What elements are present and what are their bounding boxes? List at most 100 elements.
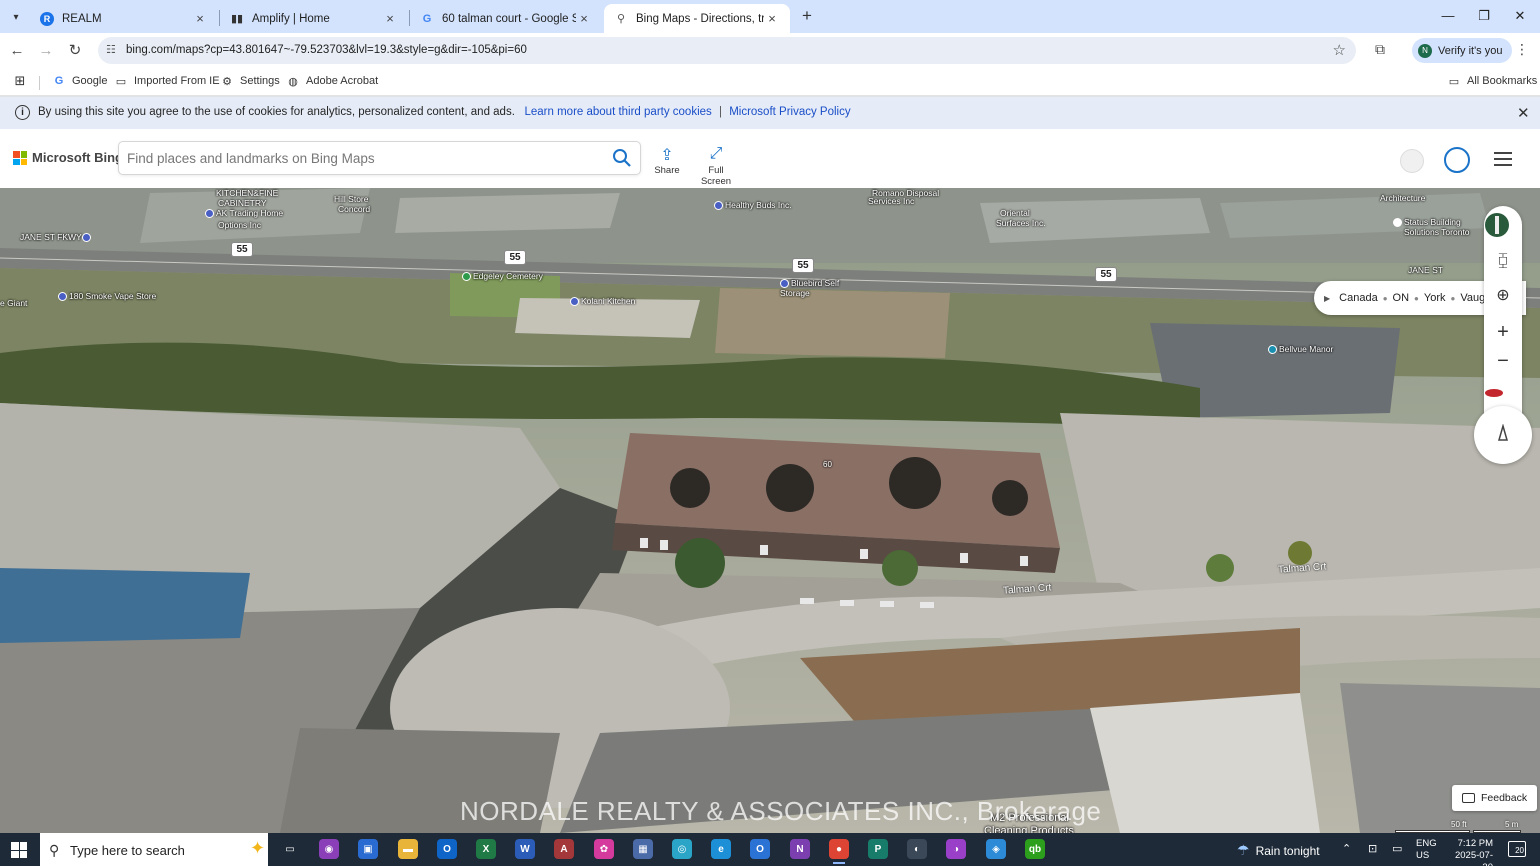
search-icon[interactable] — [612, 148, 632, 168]
breadcrumb-region[interactable]: York — [1424, 292, 1446, 304]
battery-icon[interactable]: ▭ — [1392, 842, 1402, 855]
poi-ak-trading[interactable]: AK Trading Home — [205, 208, 283, 219]
outlook-new-icon[interactable]: O — [750, 839, 770, 859]
poi-healthy-buds[interactable]: Healthy Buds Inc. — [714, 200, 792, 211]
poi-label[interactable]: JANE ST — [1408, 265, 1443, 275]
zoom-in-icon[interactable]: + — [1484, 317, 1522, 347]
tab-amplify[interactable]: ▮▮ Amplify | Home × — [220, 4, 408, 33]
bookmark-imported-from-ie[interactable]: ▭ Imported From IE — [114, 74, 220, 88]
compass-icon[interactable] — [1474, 406, 1532, 464]
privacy-policy-link[interactable]: Microsoft Privacy Policy — [729, 106, 850, 118]
bookmark-adobe-acrobat[interactable]: ◍ Adobe Acrobat — [286, 74, 378, 88]
back-arrow-icon[interactable]: ← — [6, 40, 28, 62]
tab-close-icon[interactable]: × — [764, 11, 780, 26]
tab-close-icon[interactable]: × — [576, 11, 592, 26]
network-icon[interactable]: ⊡ — [1368, 842, 1377, 855]
share-button[interactable]: ⇪ Share — [643, 145, 691, 176]
profile-verify-button[interactable]: N Verify it's you — [1412, 38, 1513, 63]
app-purple-icon[interactable]: ◉ — [319, 839, 339, 859]
address-bar[interactable]: ☷ bing.com/maps?cp=43.801647~-79.523703&… — [98, 37, 1356, 64]
poi-label[interactable]: Solutions Toronto — [1404, 227, 1470, 237]
access-icon[interactable]: A — [554, 839, 574, 859]
poi-kolani-kitchen[interactable]: Kolani Kitchen — [570, 296, 635, 307]
tray-overflow-icon[interactable]: ⌃ — [1342, 842, 1351, 855]
poi-label[interactable]: KITCHEN&FINE — [216, 188, 278, 198]
store-icon[interactable]: ▣ — [358, 839, 378, 859]
poi-smoke-vape[interactable]: 180 Smoke Vape Store — [58, 291, 156, 302]
close-icon[interactable]: ✕ — [1517, 104, 1530, 122]
app-cyan-icon[interactable]: ◎ — [672, 839, 692, 859]
outlook-icon[interactable]: O — [437, 839, 457, 859]
restore-icon[interactable]: ❐ — [1472, 5, 1496, 27]
map-search-input[interactable] — [127, 148, 597, 168]
user-account-icon[interactable] — [1400, 149, 1424, 173]
poi-label[interactable]: Concord — [338, 204, 370, 214]
poi-bluebird-storage[interactable]: Bluebird Self Storage — [780, 278, 860, 298]
tab-google-search[interactable]: G 60 talman court - Google Search × — [410, 4, 602, 33]
feedback-button[interactable]: Feedback — [1452, 785, 1538, 811]
full-screen-button[interactable]: ⤢ Full Screen — [692, 145, 740, 187]
reload-icon[interactable]: ↻ — [64, 40, 86, 62]
tab-close-icon[interactable]: × — [192, 11, 208, 26]
url-text[interactable]: bing.com/maps?cp=43.801647~-79.523703&lv… — [126, 44, 527, 56]
language-indicator[interactable]: ENG US — [1416, 838, 1437, 862]
poi-status-building[interactable]: Status Building — [1393, 217, 1461, 228]
tab-search-button[interactable]: ▾ — [6, 7, 26, 27]
site-settings-icon[interactable]: ☷ — [106, 43, 116, 56]
poi-jane-st-pkwy[interactable]: JANE ST FKWY — [20, 232, 93, 243]
publisher-icon[interactable]: P — [868, 839, 888, 859]
poi-label[interactable]: CABINETRY — [218, 198, 267, 208]
apps-grid-icon[interactable]: ⊞ — [13, 73, 33, 88]
weather-widget[interactable]: ☂ Rain tonight — [1237, 842, 1320, 859]
quickbooks-icon[interactable]: qb — [1025, 839, 1045, 859]
breadcrumb-country[interactable]: Canada — [1339, 292, 1378, 304]
traffic-icon[interactable]: ⧮ — [1484, 246, 1522, 276]
excel-icon[interactable]: X — [476, 839, 496, 859]
poi-label[interactable]: Options Inc — [218, 220, 261, 230]
poi-label[interactable]: Hill Store — [334, 194, 368, 204]
app-pink-icon[interactable]: ✿ — [594, 839, 614, 859]
poi-bellvue-manor[interactable]: Bellvue Manor — [1268, 344, 1333, 355]
poi-label[interactable]: Oriental — [1000, 208, 1030, 218]
tab-close-icon[interactable]: × — [382, 11, 398, 26]
poi-label[interactable]: Services Inc — [868, 196, 914, 206]
third-party-cookies-link[interactable]: Learn more about third party cookies — [524, 106, 711, 118]
bookmark-settings[interactable]: ⚙ Settings — [220, 74, 280, 88]
hamburger-menu-icon[interactable] — [1494, 152, 1512, 166]
windows-start-icon[interactable] — [11, 842, 27, 858]
tab-bing-maps[interactable]: ⚲ Bing Maps - Directions, trip planner × — [604, 4, 790, 33]
app-gray-icon[interactable]: ◐ — [907, 839, 927, 859]
browser-menu-icon[interactable]: ⋮ — [1514, 41, 1530, 58]
file-explorer-icon[interactable]: ▬ — [398, 839, 418, 859]
notification-center-icon[interactable]: 20 — [1508, 841, 1526, 857]
poi-label[interactable]: e Giant — [0, 298, 27, 308]
minimize-icon[interactable]: — — [1436, 5, 1460, 27]
app-violet-icon[interactable]: ◑ — [946, 839, 966, 859]
all-bookmarks[interactable]: ▭ All Bookmarks — [1447, 74, 1538, 88]
taskbar-search-input[interactable] — [70, 840, 220, 860]
word-icon[interactable]: W — [515, 839, 535, 859]
map-search-box[interactable] — [118, 141, 641, 175]
window-close-icon[interactable]: ✕ — [1508, 5, 1532, 27]
edge-icon[interactable]: e — [711, 839, 731, 859]
bookmark-google[interactable]: G Google — [52, 74, 108, 88]
tab-realm[interactable]: R REALM × — [30, 4, 218, 33]
app-multi-icon[interactable]: ◈ — [986, 839, 1006, 859]
expand-triangle-icon[interactable]: ▶ — [1324, 294, 1330, 303]
poi-label[interactable]: Architecture — [1380, 193, 1425, 203]
map-style-icon[interactable] — [1484, 210, 1522, 240]
bookmark-star-icon[interactable]: ☆ — [1333, 41, 1346, 59]
locate-icon[interactable]: ⊕ — [1484, 281, 1522, 311]
poi-edgeley-cemetery[interactable]: Edgeley Cemetery — [462, 271, 543, 282]
breadcrumb-province[interactable]: ON — [1393, 292, 1410, 304]
taskbar-search[interactable]: ⚲ ✦ — [40, 833, 268, 866]
zoom-out-icon[interactable]: − — [1484, 346, 1522, 376]
chrome-icon[interactable]: ● — [829, 839, 849, 864]
poi-label[interactable]: Surfaces Inc. — [996, 218, 1046, 228]
calculator-icon[interactable]: ▦ — [633, 839, 653, 859]
rewards-icon[interactable] — [1444, 147, 1470, 173]
forward-arrow-icon[interactable]: → — [35, 40, 57, 62]
onenote-icon[interactable]: N — [790, 839, 810, 859]
system-clock[interactable]: 7:12 PM 2025-07-30 — [1445, 838, 1493, 866]
new-tab-button[interactable]: + — [797, 6, 817, 26]
